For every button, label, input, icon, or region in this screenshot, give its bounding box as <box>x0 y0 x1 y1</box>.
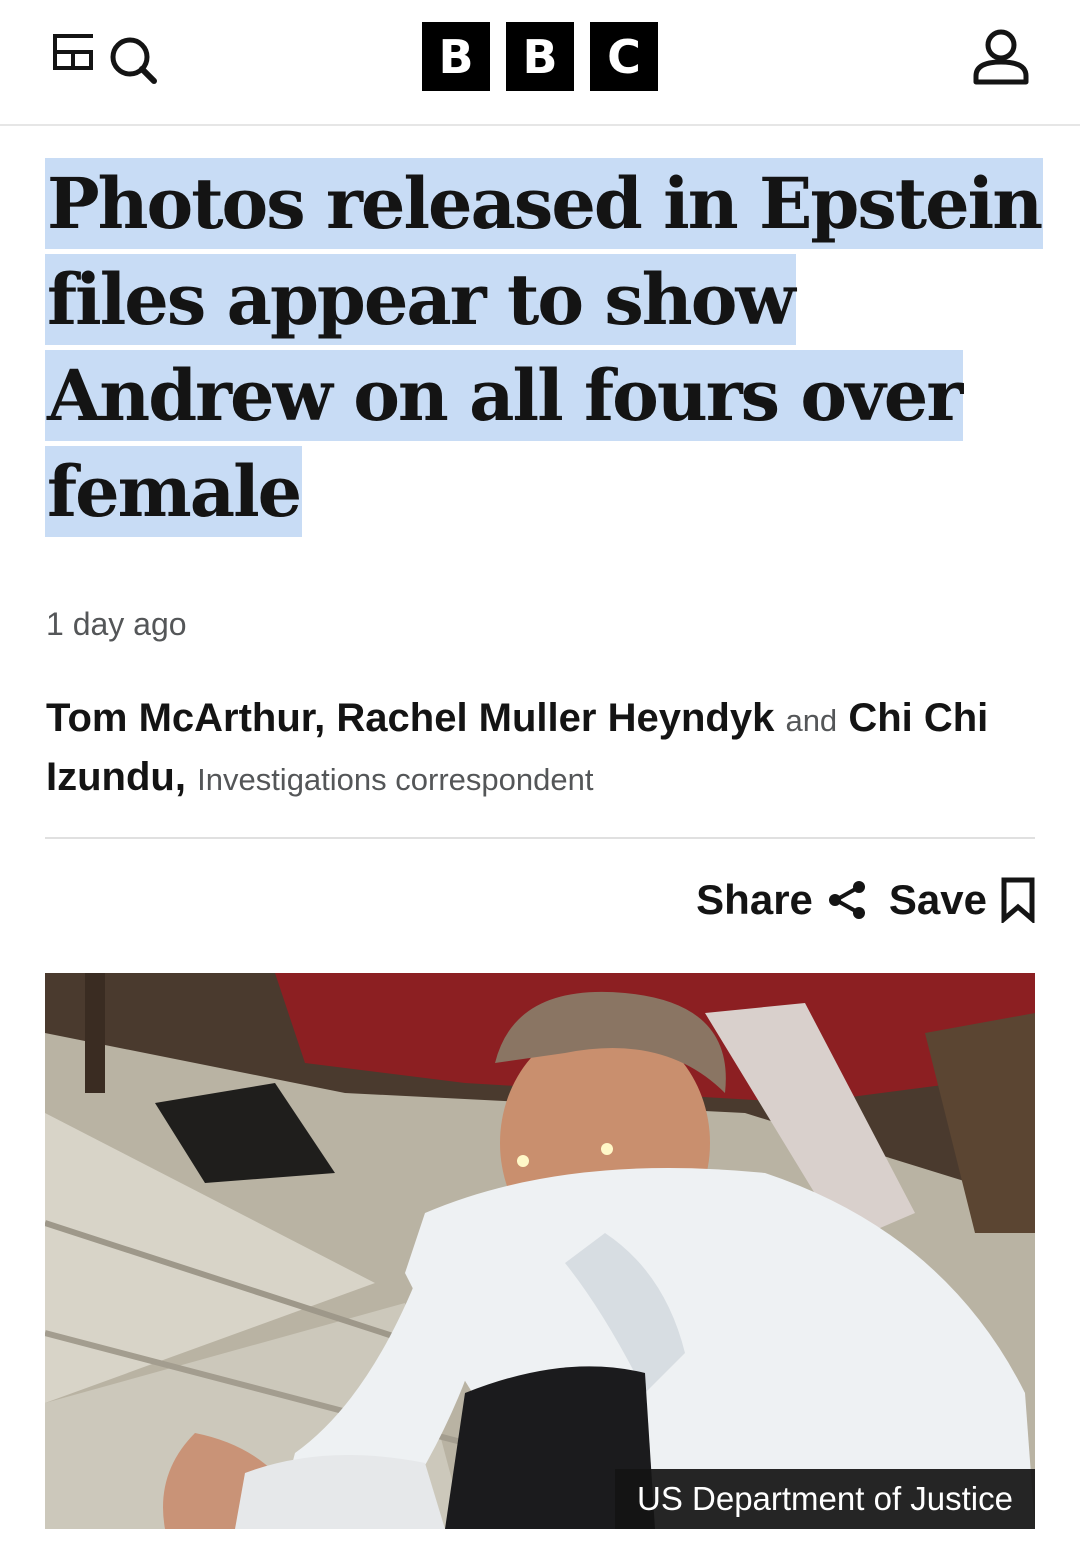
share-label: Share <box>696 876 813 923</box>
menu-search-button[interactable] <box>50 30 162 86</box>
bookmark-icon <box>1001 877 1035 923</box>
search-icon <box>110 37 157 84</box>
byline-conjunction: and <box>785 703 838 738</box>
menu-icon <box>53 34 93 70</box>
logo-letter: C <box>590 22 658 91</box>
author-name: Rachel Muller Heyndyk <box>336 696 775 740</box>
image-credit: US Department of Justice <box>615 1469 1035 1529</box>
article-actions: Share Save <box>696 872 1035 928</box>
author-name: Tom McArthur, <box>46 696 326 740</box>
share-button[interactable]: Share <box>696 876 867 924</box>
bbc-logo[interactable]: B B C <box>422 22 658 91</box>
site-header: B B C <box>0 0 1080 126</box>
share-icon <box>828 881 865 919</box>
article-timestamp: 1 day ago <box>46 606 187 642</box>
account-icon[interactable] <box>972 28 1030 86</box>
logo-letter: B <box>506 22 574 91</box>
save-button[interactable]: Save <box>889 876 1035 924</box>
logo-letter: B <box>422 22 490 91</box>
author-role: Investigations correspondent <box>197 762 594 797</box>
save-label: Save <box>888 876 987 923</box>
article-image[interactable]: US Department of Justice <box>45 973 1035 1529</box>
article-headline: Photos released in Epstein files appear … <box>45 156 1045 540</box>
headline-text: Photos released in Epstein files appear … <box>45 158 1043 537</box>
article-byline: Tom McArthur, Rachel Muller Heyndyk and … <box>46 690 1036 808</box>
divider <box>45 837 1035 839</box>
